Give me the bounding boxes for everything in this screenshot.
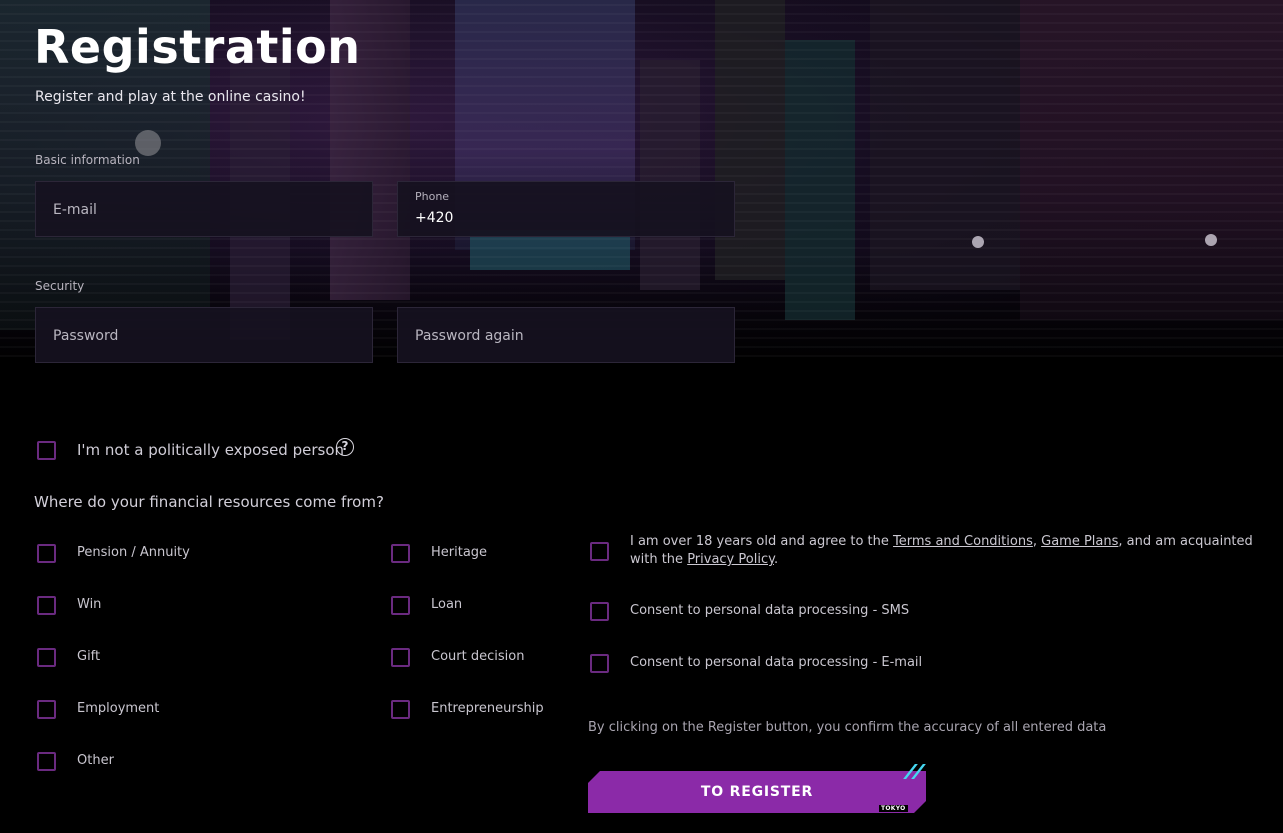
- terms-text-end: .: [773, 552, 779, 567]
- register-button[interactable]: TO REGISTER: [588, 771, 926, 813]
- phone-label: Phone: [415, 190, 450, 203]
- page-subtitle: Register and play at the online casino!: [35, 89, 306, 105]
- password-placeholder: Password: [53, 328, 119, 344]
- password-field[interactable]: Password: [35, 307, 373, 363]
- help-icon[interactable]: ?: [336, 438, 354, 456]
- confirm-note: By clicking on the Register button, you …: [588, 720, 1107, 735]
- section-label-basic: Basic information: [35, 153, 140, 167]
- option-label-heritage: Heritage: [431, 545, 488, 560]
- checkbox-win[interactable]: [37, 596, 56, 615]
- terms-text: I am over 18 years old and agree to the …: [630, 533, 1270, 569]
- register-button-label: TO REGISTER: [700, 784, 814, 800]
- checkbox-other[interactable]: [37, 752, 56, 771]
- phone-field[interactable]: Phone +420: [397, 181, 735, 237]
- phone-value: +420: [415, 210, 454, 226]
- option-label-gift: Gift: [77, 649, 101, 664]
- terms-text-pre: I am over 18 years old and agree to the: [630, 534, 894, 549]
- consent-email-label: Consent to personal data processing - E-…: [630, 655, 923, 670]
- checkbox-consent-email[interactable]: [590, 654, 609, 673]
- checkbox-pension[interactable]: [37, 544, 56, 563]
- financial-question: Where do your financial resources come f…: [34, 493, 384, 511]
- option-label-court-decision: Court decision: [431, 649, 525, 664]
- pep-checkbox[interactable]: [37, 441, 56, 460]
- terms-comma: ,: [1032, 534, 1042, 549]
- password-again-placeholder: Password again: [415, 328, 524, 344]
- checkbox-court-decision[interactable]: [391, 648, 410, 667]
- checkbox-employment[interactable]: [37, 700, 56, 719]
- option-label-pension: Pension / Annuity: [77, 545, 190, 560]
- section-label-security: Security: [35, 279, 85, 293]
- option-label-employment: Employment: [77, 701, 160, 716]
- button-tag: TOKYO: [879, 805, 908, 812]
- privacy-policy-link[interactable]: Privacy Policy: [687, 552, 774, 567]
- game-plans-link[interactable]: Game Plans: [1041, 534, 1118, 549]
- pep-label: I'm not a politically exposed person: [77, 441, 345, 459]
- slash-deco-icon: [903, 764, 926, 779]
- option-label-loan: Loan: [431, 597, 463, 612]
- option-label-entrepreneurship: Entrepreneurship: [431, 701, 544, 716]
- checkbox-terms[interactable]: [590, 542, 609, 561]
- checkbox-gift[interactable]: [37, 648, 56, 667]
- page-title: Registration: [34, 20, 361, 74]
- consent-sms-label: Consent to personal data processing - SM…: [630, 603, 910, 618]
- option-label-win: Win: [77, 597, 102, 612]
- terms-link[interactable]: Terms and Conditions: [893, 534, 1033, 549]
- checkbox-consent-sms[interactable]: [590, 602, 609, 621]
- email-placeholder: E-mail: [53, 202, 97, 218]
- email-field[interactable]: E-mail: [35, 181, 373, 237]
- password-again-field[interactable]: Password again: [397, 307, 735, 363]
- checkbox-entrepreneurship[interactable]: [391, 700, 410, 719]
- checkbox-loan[interactable]: [391, 596, 410, 615]
- option-label-other: Other: [77, 753, 114, 768]
- checkbox-heritage[interactable]: [391, 544, 410, 563]
